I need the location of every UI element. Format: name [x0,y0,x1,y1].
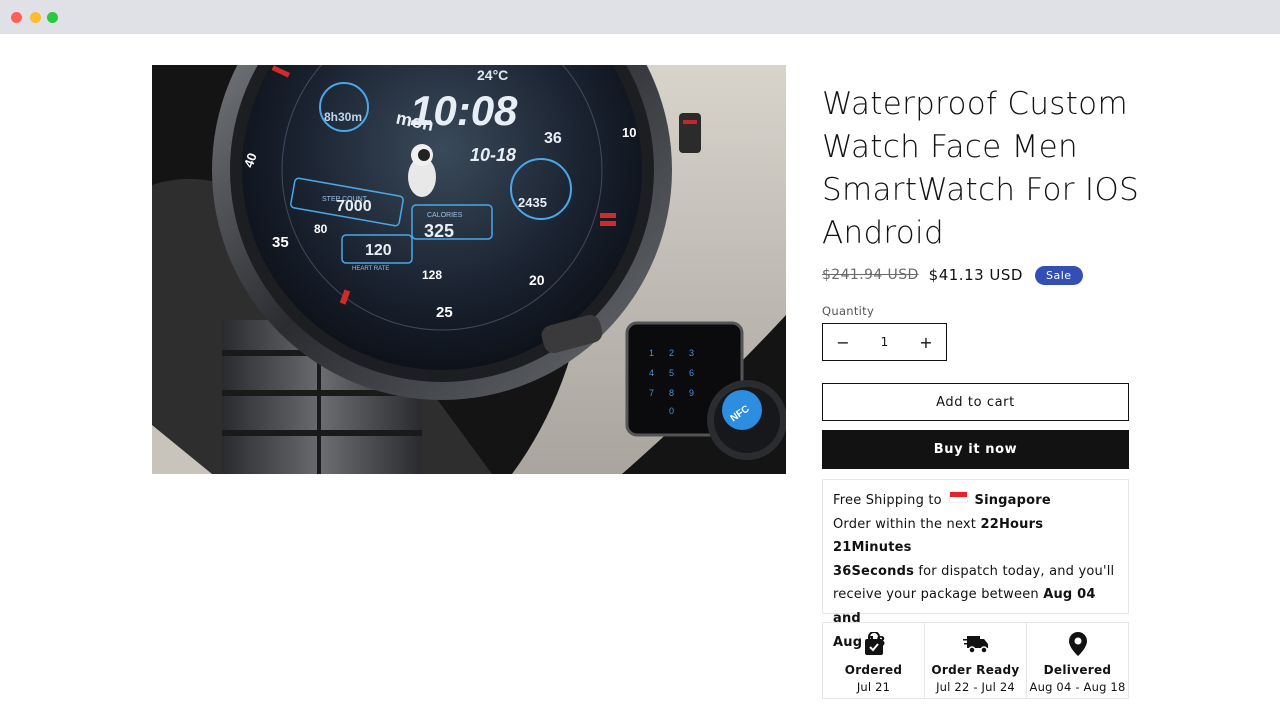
map-pin-icon [1065,631,1091,657]
receive-text: receive your package between [833,587,1039,603]
heart-label: HEART RATE [352,266,389,272]
sleep-readout: 8h30m [324,110,362,124]
temp-readout: 24°C [477,67,508,83]
buy-it-now-button[interactable]: Buy it now [822,430,1129,469]
timeline-step-title: Ordered [844,663,903,677]
close-window-dot-icon[interactable] [11,12,22,23]
dial-number-35: 35 [272,234,289,251]
dial-number-80: 80 [314,222,328,236]
svg-text:5: 5 [669,368,674,378]
timeline-step-title: Delivered [1043,663,1112,677]
timeline-step-date: Jul 22 - Jul 24 [936,680,1015,694]
svg-text:0: 0 [669,406,674,416]
dial-number-20: 20 [529,272,545,288]
maximize-window-dot-icon[interactable] [47,12,58,23]
heart-readout: 120 [365,242,392,259]
delivery-truck-icon [962,631,989,657]
svg-text:1: 1 [649,348,654,358]
quantity-stepper: − 1 + [822,323,947,361]
order-within-text: Order within the next [833,516,977,532]
sale-price: $41.13 USD [928,266,1023,284]
quantity-increase-button[interactable]: + [906,324,946,360]
timeline-step-date: Aug 04 - Aug 18 [1029,680,1126,694]
date-readout: 10-18 [470,145,516,165]
dispatch-text: for dispatch today, and you'll [918,563,1115,579]
dial-number-25: 25 [436,304,453,321]
price-row: $241.94 USD $41.13 USD Sale [822,264,1083,286]
shopping-bag-check-icon [861,631,887,657]
product-image[interactable]: 10 40 35 80 128 20 25 24°C 10:08 36 mon … [152,65,786,474]
delivery-timeline: Ordered Jul 21 Order Ready Jul 22 - Jul … [822,622,1129,699]
svg-text:3: 3 [689,348,694,358]
dial-number-10: 10 [622,125,636,140]
browser-titlebar [0,0,1280,34]
timeline-step-date: Jul 21 [856,680,891,694]
singapore-flag-icon [949,491,969,503]
sale-badge: Sale [1034,265,1083,285]
quantity-label: Quantity [822,304,875,318]
calories-label: CALORIES [427,212,463,219]
countdown-seconds: 36Seconds [833,563,915,579]
timeline-step-ordered: Ordered Jul 21 [823,623,924,698]
calories-readout: 325 [424,221,454,241]
timeline-step-title: Order Ready [931,663,1020,677]
quantity-decrease-button[interactable]: − [823,324,863,360]
altitude-readout: 2435 [518,195,547,210]
dial-number-128: 128 [422,268,442,282]
svg-text:6: 6 [689,368,694,378]
timeline-step-order-ready: Order Ready Jul 22 - Jul 24 [924,623,1026,698]
svg-text:4: 4 [649,368,654,378]
shipping-country: Singapore [974,493,1051,508]
add-to-cart-button[interactable]: Add to cart [822,383,1129,421]
shipping-info-box: Free Shipping to Singapore Order within … [822,479,1129,650]
svg-text:8: 8 [669,388,674,398]
regular-price: $241.94 USD [822,267,919,283]
seconds-readout: 36 [544,130,562,147]
svg-text:9: 9 [689,388,694,398]
free-shipping-text: Free Shipping to [833,493,942,508]
product-title: Waterproof Custom Watch Face Men SmartWa… [822,86,1140,251]
svg-text:2: 2 [669,348,674,358]
quantity-input[interactable]: 1 [863,335,906,349]
steps-readout: 7000 [336,198,372,215]
svg-text:7: 7 [649,388,654,398]
minimize-window-dot-icon[interactable] [30,12,41,23]
timeline-step-delivered: Delivered Aug 04 - Aug 18 [1026,623,1128,698]
